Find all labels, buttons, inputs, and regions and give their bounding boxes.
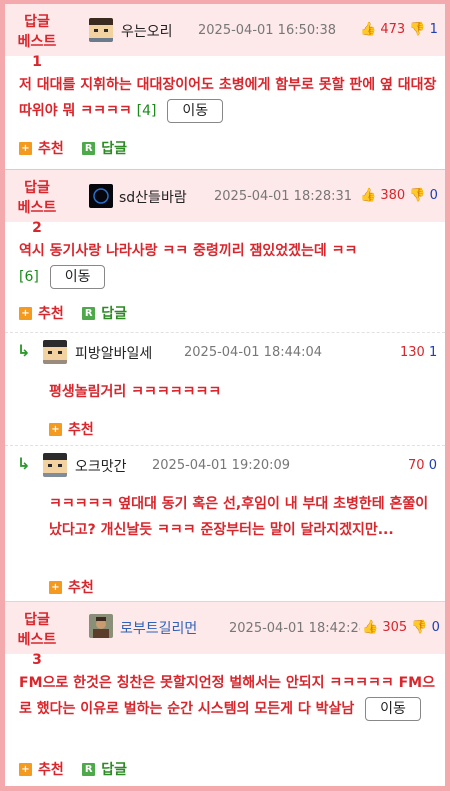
best-badge-line1: 답글 <box>24 180 50 196</box>
comment-body: 평생놀림거리 ㅋㅋㅋㅋㅋㅋㅋ <box>49 379 437 405</box>
comment-text: 저 대대를 지휘하는 대대장이어도 초병에게 함부로 못할 판에 옆 대대장따위… <box>19 77 437 119</box>
comment-body: 역시 동기사랑 나라사랑 ㅋㅋ 중령끼리 잼있었겠는데 ㅋㅋ [6] 이동 <box>19 238 437 290</box>
best-comment-1: 답글 베스트1 우는오리 2025-04-01 16:50:38 👍 473 👎… <box>5 4 445 169</box>
recommend-label: 추천 <box>38 141 64 157</box>
comment-actions: + 추천 R 답글 <box>19 138 141 158</box>
author-name[interactable]: sd산들바람 <box>119 187 187 207</box>
reply-button[interactable]: R 답글 <box>82 138 127 158</box>
comment-text: 역시 동기사랑 나라사랑 ㅋㅋ 중령끼리 잼있었겠는데 ㅋㅋ <box>19 243 358 259</box>
comment-body: 저 대대를 지휘하는 대대장이어도 초병에게 함부로 못할 판에 옆 대대장따위… <box>19 72 437 124</box>
best-comment-2: 답글 베스트2 sd산들바람 2025-04-01 18:28:31 👍 380… <box>5 170 445 330</box>
reply-button[interactable]: R 답글 <box>82 759 127 779</box>
upvote-count: 305 <box>382 620 408 635</box>
avatar[interactable] <box>43 340 67 364</box>
author-name[interactable]: 우는오리 <box>121 21 173 41</box>
recommend-button[interactable]: + 추천 <box>49 577 94 597</box>
reply-label: 답글 <box>101 306 127 322</box>
reply-count: [4] <box>136 103 157 119</box>
move-button[interactable]: 이동 <box>167 99 224 123</box>
upvote-count: 130 <box>400 345 425 360</box>
downvote-count: 0 <box>431 620 440 635</box>
vote-counts: 👍 305 👎 0 <box>360 620 440 635</box>
plus-icon: + <box>49 580 62 594</box>
recommend-label: 추천 <box>68 580 94 596</box>
comment-date: 2025-04-01 18:44:04 <box>184 345 323 360</box>
comment-date: 2025-04-01 18:42:28 <box>229 621 368 636</box>
best-badge-line2: 베스트3 <box>17 632 57 668</box>
upvote-count: 70 <box>408 458 425 473</box>
thumb-up-icon[interactable]: 👍 <box>362 620 378 635</box>
plus-icon: + <box>49 422 62 436</box>
best-comment-3: 답글 베스트3 로부트길리먼 2025-04-01 18:42:28 👍 305… <box>5 601 445 786</box>
thumb-up-icon[interactable]: 👍 <box>360 22 376 37</box>
recommend-button[interactable]: + 추천 <box>19 759 64 779</box>
plus-icon: + <box>19 306 32 320</box>
reply-label: 답글 <box>101 762 127 778</box>
reply-arrow-icon: ↳ <box>17 341 31 360</box>
comment-body: FM으로 한것은 칭찬은 못할지언정 벌해서는 안되지 ㅋㅋㅋㅋㅋ FM으로 했… <box>19 670 439 722</box>
move-button[interactable]: 이동 <box>49 265 106 289</box>
thumb-down-icon[interactable]: 👎 <box>411 620 427 635</box>
recommend-label: 추천 <box>38 762 64 778</box>
thumb-up-icon[interactable]: 👍 <box>360 188 376 203</box>
comment-text: 평생놀림거리 ㅋㅋㅋㅋㅋㅋㅋ <box>49 384 222 400</box>
avatar[interactable] <box>43 453 67 477</box>
comment-date: 2025-04-01 18:28:31 <box>214 189 353 204</box>
comment-date: 2025-04-01 16:50:38 <box>198 23 337 38</box>
thumb-down-icon[interactable]: 👎 <box>409 188 425 203</box>
best-badge: 답글 베스트3 <box>13 610 61 670</box>
recommend-button[interactable]: + 추천 <box>19 303 64 323</box>
comment-actions: + 추천 <box>49 577 108 597</box>
comment-header: 답글 베스트1 우는오리 2025-04-01 16:50:38 👍 473 👎… <box>5 4 445 70</box>
author-name[interactable]: 피방알바일세 <box>75 343 152 363</box>
vote-counts: 70 0 <box>408 458 437 473</box>
comment-header: 답글 베스트3 로부트길리먼 2025-04-01 18:42:28 👍 305… <box>5 602 445 668</box>
avatar[interactable] <box>89 184 113 208</box>
plus-icon: + <box>19 141 32 155</box>
avatar[interactable] <box>89 18 113 42</box>
move-button[interactable]: 이동 <box>365 697 421 721</box>
vote-counts: 130 1 <box>400 345 437 360</box>
reply-count: [6] <box>19 269 39 285</box>
best-badge: 답글 베스트1 <box>13 12 61 72</box>
reply-comment-2: ↳ 오크맛간 2025-04-01 19:20:09 70 0 ㅋㅋㅋㅋㅋ 옆대… <box>5 445 445 601</box>
upvote-count: 473 <box>380 22 406 37</box>
best-badge-line2: 베스트1 <box>17 34 57 70</box>
reply-label: 답글 <box>101 141 127 157</box>
recommend-button[interactable]: + 추천 <box>49 419 94 439</box>
vote-counts: 👍 380 👎 0 <box>360 188 438 203</box>
reply-r-icon: R <box>82 762 96 776</box>
best-badge-line2: 베스트2 <box>17 200 57 236</box>
best-badge: 답글 베스트2 <box>13 178 61 238</box>
reply-r-icon: R <box>82 141 96 155</box>
reply-r-icon: R <box>82 306 96 320</box>
best-badge-line1: 답글 <box>24 14 50 30</box>
downvote-count: 0 <box>428 458 437 473</box>
reply-arrow-icon: ↳ <box>17 454 31 473</box>
reply-button[interactable]: R 답글 <box>82 303 127 323</box>
author-name[interactable]: 로부트길리먼 <box>120 618 197 638</box>
recommend-label: 추천 <box>38 306 64 322</box>
comment-header: 답글 베스트2 sd산들바람 2025-04-01 18:28:31 👍 380… <box>5 170 445 236</box>
downvote-count: 1 <box>428 345 438 360</box>
vote-counts: 👍 473 👎 1 <box>360 22 438 37</box>
downvote-count: 0 <box>429 188 438 203</box>
comment-actions: + 추천 R 답글 <box>19 303 141 323</box>
avatar[interactable] <box>89 614 113 638</box>
comment-date: 2025-04-01 19:20:09 <box>152 458 291 473</box>
author-name[interactable]: 오크맛간 <box>75 456 127 476</box>
thumb-down-icon[interactable]: 👎 <box>409 22 425 37</box>
best-badge-line1: 답글 <box>24 612 50 628</box>
comment-actions: + 추천 <box>49 419 108 439</box>
plus-icon: + <box>19 762 32 776</box>
recommend-button[interactable]: + 추천 <box>19 138 64 158</box>
comment-actions: + 추천 R 답글 <box>19 759 141 779</box>
comment-text: ㅋㅋㅋㅋㅋ 옆대대 동기 혹은 선,후임이 내 부대 초병한테 혼쭐이 났다고?… <box>49 496 429 538</box>
downvote-count: 1 <box>429 22 438 37</box>
upvote-count: 380 <box>380 188 406 203</box>
reply-comment-1: ↳ 피방알바일세 2025-04-01 18:44:04 130 1 평생놀림거… <box>5 332 445 445</box>
recommend-label: 추천 <box>68 422 94 438</box>
comment-body: ㅋㅋㅋㅋㅋ 옆대대 동기 혹은 선,후임이 내 부대 초병한테 혼쭐이 났다고?… <box>49 491 439 543</box>
comment-list: 답글 베스트1 우는오리 2025-04-01 16:50:38 👍 473 👎… <box>5 4 445 786</box>
